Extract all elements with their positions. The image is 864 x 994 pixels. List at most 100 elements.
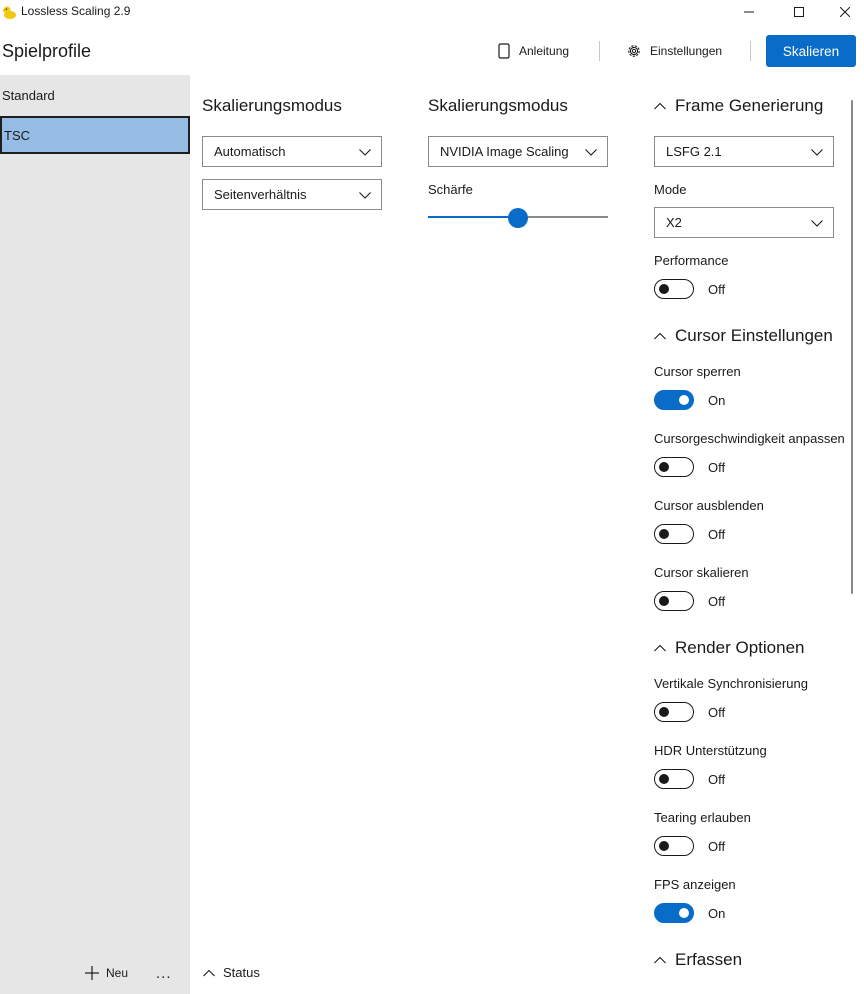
- cursor-lock-label: Cursor sperren: [654, 364, 741, 379]
- toggle-knob: [659, 707, 669, 717]
- slider-thumb[interactable]: [508, 208, 528, 228]
- cursor-scale-state: Off: [708, 593, 726, 609]
- scaling-type-dropdown[interactable]: NVIDIA Image Scaling: [428, 136, 608, 167]
- status-toggle[interactable]: Status: [203, 965, 260, 980]
- tearing-toggle[interactable]: [654, 836, 694, 856]
- page-title: Spielprofile: [2, 41, 92, 61]
- toggle-knob: [659, 774, 669, 784]
- vsync-toggle[interactable]: [654, 702, 694, 722]
- header-divider: [599, 41, 600, 61]
- vertical-scrollbar[interactable]: [851, 100, 853, 594]
- sharpness-label: Schärfe: [428, 182, 473, 197]
- cursor-lock-toggle[interactable]: [654, 390, 694, 410]
- tearing-state: Off: [708, 838, 726, 854]
- plus-icon: [85, 966, 99, 980]
- profile-item-label: Standard: [2, 87, 55, 103]
- duck-app-icon: [2, 6, 16, 19]
- maximize-button[interactable]: [776, 0, 822, 24]
- chevron-up-icon: [654, 102, 666, 110]
- status-label: Status: [223, 965, 260, 980]
- toggle-knob: [679, 395, 689, 405]
- performance-toggle-row: Off: [654, 279, 725, 299]
- frame-generation-dropdown[interactable]: LSFG 2.1: [654, 136, 834, 167]
- cursor-hide-toggle[interactable]: [654, 524, 694, 544]
- cursor-scale-toggle[interactable]: [654, 591, 694, 611]
- profile-item-standard[interactable]: Standard: [0, 76, 190, 114]
- close-button[interactable]: [822, 0, 864, 24]
- scaling-mode-value: Automatisch: [214, 144, 286, 159]
- render-section-toggle[interactable]: Render Optionen: [654, 638, 804, 658]
- toggle-knob: [659, 841, 669, 851]
- cursor-speed-state: Off: [708, 459, 726, 475]
- header-divider: [750, 41, 751, 61]
- cursor-hide-state: Off: [708, 526, 726, 542]
- toggle-knob: [659, 596, 669, 606]
- slider-fill: [428, 216, 518, 218]
- hdr-toggle[interactable]: [654, 769, 694, 789]
- chevron-down-icon: [359, 149, 371, 156]
- performance-state: Off: [708, 281, 726, 297]
- chevron-down-icon: [359, 192, 371, 199]
- gear-icon: [628, 45, 640, 57]
- profile-item-label: TSC: [4, 127, 30, 143]
- performance-toggle[interactable]: [654, 279, 694, 299]
- cursor-speed-row: Off: [654, 457, 725, 477]
- cursor-lock-state: On: [708, 392, 726, 408]
- render-heading: Render Optionen: [675, 638, 805, 657]
- cursor-scale-label: Cursor skalieren: [654, 565, 749, 580]
- fps-row: On: [654, 903, 725, 923]
- tearing-label: Tearing erlauben: [654, 810, 751, 825]
- fps-label: FPS anzeigen: [654, 877, 736, 892]
- cursor-hide-label: Cursor ausblenden: [654, 498, 764, 513]
- toggle-knob: [659, 462, 669, 472]
- chevron-up-icon: [654, 644, 666, 652]
- new-profile-label: Neu: [106, 966, 129, 980]
- hdr-row: Off: [654, 769, 725, 789]
- guide-button-label: Anleitung: [519, 44, 570, 58]
- capture-section-toggle[interactable]: Erfassen: [654, 950, 742, 970]
- mode-value: X2: [666, 215, 682, 230]
- toggle-knob: [679, 908, 689, 918]
- cursor-speed-label: Cursorgeschwindigkeit anpassen: [654, 431, 845, 446]
- fps-toggle[interactable]: [654, 903, 694, 923]
- title-bar: Lossless Scaling 2.9: [0, 0, 864, 24]
- cursor-lock-row: On: [654, 390, 725, 410]
- toggle-knob: [659, 284, 669, 294]
- aspect-ratio-dropdown[interactable]: Seitenverhältnis: [202, 179, 382, 210]
- capture-heading: Erfassen: [675, 950, 743, 969]
- settings-button[interactable]: Einstellungen: [626, 40, 722, 62]
- profile-item-tsc[interactable]: TSC: [0, 116, 190, 154]
- toggle-knob: [659, 529, 669, 539]
- chevron-down-icon: [585, 149, 597, 156]
- vsync-label: Vertikale Synchronisierung: [654, 676, 808, 691]
- minimize-button[interactable]: [726, 0, 772, 24]
- frame-generation-heading: Frame Generierung: [675, 96, 824, 115]
- new-profile-button[interactable]: Neu: [84, 965, 128, 981]
- vsync-row: Off: [654, 702, 725, 722]
- frame-generation-value: LSFG 2.1: [666, 144, 722, 159]
- profile-sidebar: Standard TSC Neu ...: [0, 75, 190, 994]
- settings-button-label: Einstellungen: [650, 44, 723, 58]
- sharpness-slider[interactable]: [428, 208, 608, 228]
- chevron-down-icon: [811, 149, 823, 156]
- scaling-type-value: NVIDIA Image Scaling: [440, 144, 569, 159]
- book-icon: [498, 43, 510, 59]
- hdr-label: HDR Unterstützung: [654, 743, 767, 758]
- more-options-button[interactable]: ...: [156, 965, 172, 982]
- scale-button[interactable]: Skalieren: [766, 35, 856, 67]
- vsync-state: Off: [708, 704, 726, 720]
- guide-button[interactable]: Anleitung: [497, 40, 569, 62]
- frame-generation-section-toggle[interactable]: Frame Generierung: [654, 96, 823, 116]
- minimize-icon: [744, 11, 754, 13]
- scaling-mode-dropdown[interactable]: Automatisch: [202, 136, 382, 167]
- chevron-up-icon: [654, 956, 666, 964]
- mode-label: Mode: [654, 182, 687, 197]
- cursor-speed-toggle[interactable]: [654, 457, 694, 477]
- performance-label: Performance: [654, 253, 729, 268]
- chevron-up-icon: [654, 332, 666, 340]
- chevron-down-icon: [811, 220, 823, 227]
- cursor-section-toggle[interactable]: Cursor Einstellungen: [654, 326, 833, 346]
- scaling-mode-heading: Skalierungsmodus: [202, 96, 342, 115]
- mode-dropdown[interactable]: X2: [654, 207, 834, 238]
- maximize-icon: [794, 7, 804, 17]
